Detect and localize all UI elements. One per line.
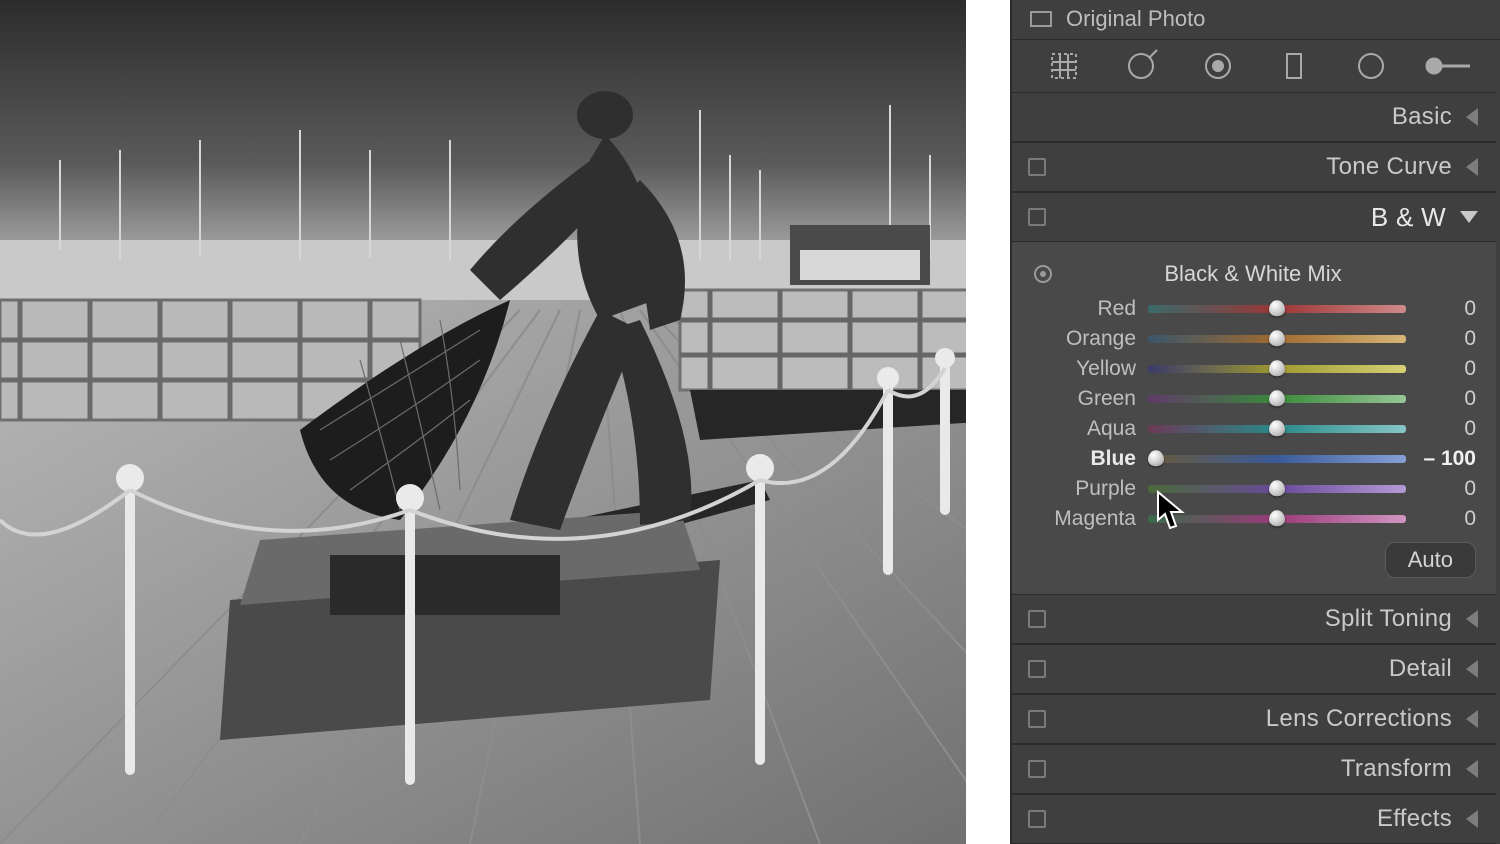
bw-slider-magenta[interactable]: Magenta 0	[1030, 504, 1476, 534]
tool-strip	[1012, 39, 1500, 92]
slider-thumb[interactable]	[1148, 450, 1164, 466]
bw-mix-title: Black & White Mix	[1164, 261, 1341, 287]
panel-toggle-icon[interactable]	[1028, 158, 1046, 176]
slider-label: Magenta	[1030, 507, 1136, 531]
targeted-adjustment-icon[interactable]	[1034, 265, 1052, 283]
preview-svg	[0, 0, 1010, 844]
tone-curve-panel-header[interactable]: Tone Curve	[1012, 142, 1496, 192]
collapse-icon	[1466, 810, 1478, 828]
slider-label: Yellow	[1030, 357, 1136, 381]
collapse-icon	[1466, 660, 1478, 678]
slider-thumb[interactable]	[1269, 390, 1285, 406]
panel-toggle-icon[interactable]	[1028, 660, 1046, 678]
slider-value[interactable]: – 100	[1418, 447, 1476, 471]
slider-thumb[interactable]	[1269, 360, 1285, 376]
basic-panel-header[interactable]: Basic	[1012, 92, 1496, 142]
collapse-icon	[1466, 710, 1478, 728]
effects-panel-header[interactable]: Effects	[1012, 794, 1496, 844]
detail-panel-header[interactable]: Detail	[1012, 644, 1496, 694]
collapse-icon	[1466, 760, 1478, 778]
auto-button[interactable]: Auto	[1385, 542, 1476, 578]
bw-slider-purple[interactable]: Purple 0	[1030, 474, 1476, 504]
bw-slider-red[interactable]: Red 0	[1030, 294, 1476, 324]
slider-value[interactable]: 0	[1418, 387, 1476, 411]
slider-label: Red	[1030, 297, 1136, 321]
split-toning-panel-header[interactable]: Split Toning	[1012, 594, 1496, 644]
slider-track[interactable]	[1148, 425, 1406, 433]
slider-value[interactable]: 0	[1418, 507, 1476, 531]
slider-track[interactable]	[1148, 305, 1406, 313]
slider-label: Aqua	[1030, 417, 1136, 441]
redeye-tool-icon[interactable]	[1194, 42, 1242, 90]
slider-value[interactable]: 0	[1418, 477, 1476, 501]
slider-label: Green	[1030, 387, 1136, 411]
slider-value[interactable]: 0	[1418, 327, 1476, 351]
lens-corrections-panel-header[interactable]: Lens Corrections	[1012, 694, 1496, 744]
slider-thumb[interactable]	[1269, 300, 1285, 316]
slider-track[interactable]	[1148, 395, 1406, 403]
bw-slider-aqua[interactable]: Aqua 0	[1030, 414, 1476, 444]
slider-track[interactable]	[1148, 455, 1406, 463]
develop-panel: Original Photo Basic	[1010, 0, 1500, 844]
expand-icon	[1460, 211, 1478, 223]
graduated-filter-icon[interactable]	[1270, 42, 1318, 90]
adjustment-brush-icon[interactable]	[1424, 42, 1472, 90]
panel-toggle-icon[interactable]	[1028, 610, 1046, 628]
panel-toggle-icon[interactable]	[1028, 208, 1046, 226]
bw-slider-green[interactable]: Green 0	[1030, 384, 1476, 414]
bw-slider-blue[interactable]: Blue – 100	[1030, 444, 1476, 474]
panel-toggle-icon[interactable]	[1028, 810, 1046, 828]
collapse-icon	[1466, 158, 1478, 176]
slider-thumb[interactable]	[1269, 420, 1285, 436]
slider-value[interactable]: 0	[1418, 417, 1476, 441]
app-root: Original Photo Basic	[0, 0, 1500, 844]
image-preview[interactable]	[0, 0, 1010, 844]
slider-thumb[interactable]	[1269, 480, 1285, 496]
original-photo-row[interactable]: Original Photo	[1012, 0, 1500, 39]
panel-sections: Basic Tone Curve B & W Black & White Mix	[1012, 92, 1500, 844]
slider-track[interactable]	[1148, 515, 1406, 523]
panel-toggle-icon[interactable]	[1028, 710, 1046, 728]
bw-slider-orange[interactable]: Orange 0	[1030, 324, 1476, 354]
spot-removal-icon[interactable]	[1117, 42, 1165, 90]
slider-thumb[interactable]	[1269, 330, 1285, 346]
preview-gutter	[966, 0, 1010, 844]
slider-label: Purple	[1030, 477, 1136, 501]
collapse-icon	[1466, 610, 1478, 628]
slider-track[interactable]	[1148, 365, 1406, 373]
panel-toggle-icon[interactable]	[1028, 760, 1046, 778]
bw-mix-title-row: Black & White Mix	[1030, 254, 1476, 294]
slider-value[interactable]: 0	[1418, 297, 1476, 321]
slider-value[interactable]: 0	[1418, 357, 1476, 381]
bw-panel-header[interactable]: B & W	[1012, 192, 1496, 242]
original-photo-icon	[1030, 11, 1052, 27]
transform-panel-header[interactable]: Transform	[1012, 744, 1496, 794]
slider-track[interactable]	[1148, 485, 1406, 493]
bw-panel-body: Black & White Mix Red0Orange0Yellow0Gree…	[1012, 242, 1496, 594]
bw-slider-yellow[interactable]: Yellow 0	[1030, 354, 1476, 384]
collapse-icon	[1466, 108, 1478, 126]
slider-label: Orange	[1030, 327, 1136, 351]
slider-label: Blue	[1030, 447, 1136, 471]
radial-filter-icon[interactable]	[1347, 42, 1395, 90]
crop-tool-icon[interactable]	[1040, 42, 1088, 90]
slider-thumb[interactable]	[1269, 510, 1285, 526]
slider-track[interactable]	[1148, 335, 1406, 343]
original-photo-label: Original Photo	[1066, 6, 1205, 32]
